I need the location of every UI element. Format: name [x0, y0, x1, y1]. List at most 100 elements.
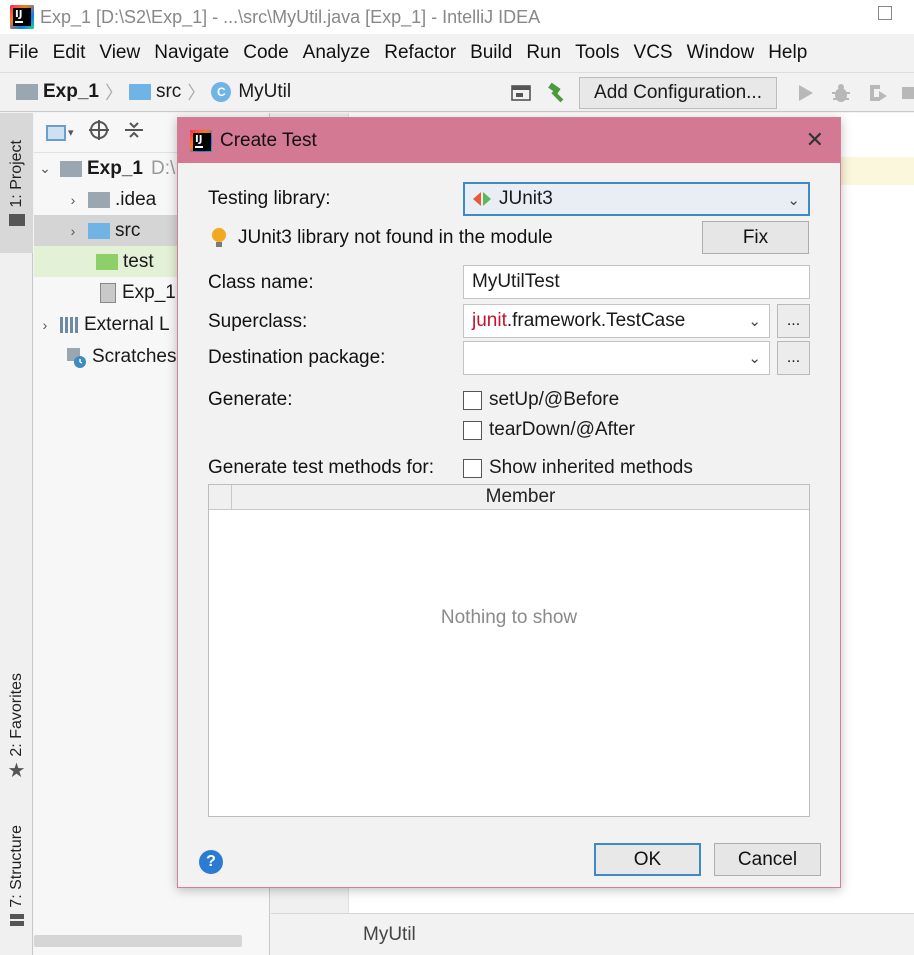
fix-button[interactable]: Fix	[702, 221, 809, 254]
scratches-icon	[66, 347, 86, 368]
testing-library-select[interactable]: JUnit3 ⌄	[463, 182, 810, 216]
tree-idea-label: .idea	[115, 188, 157, 210]
breadcrumb-src[interactable]: src	[128, 81, 182, 103]
setup-checkbox-label: setUp/@Before	[489, 389, 620, 410]
tree-scratches-label: Scratches	[92, 345, 177, 367]
test-folder-icon	[96, 253, 118, 270]
breadcrumb-file[interactable]: C MyUtil	[211, 81, 291, 103]
run-with-coverage-icon[interactable]	[866, 82, 888, 104]
chevron-down-icon[interactable]: ▾	[68, 126, 74, 139]
breadcrumb-project[interactable]: Exp_1	[16, 81, 99, 103]
teardown-checkbox-label: tearDown/@After	[489, 419, 636, 440]
dialog-title: Create Test	[220, 129, 317, 151]
chevron-down-icon: ⌄	[748, 350, 761, 367]
folder-icon	[88, 191, 110, 208]
chevron-down-icon: ⌄	[748, 313, 761, 330]
build-hammer-icon[interactable]	[546, 82, 568, 104]
teardown-checkbox-row[interactable]: tearDown/@After	[463, 419, 635, 441]
menu-navigate[interactable]: Navigate	[154, 42, 229, 64]
maximize-button[interactable]	[878, 6, 892, 20]
menu-build[interactable]: Build	[470, 42, 512, 64]
superclass-rest: .framework.TestCase	[506, 310, 686, 331]
member-column-header[interactable]: Member	[232, 485, 809, 509]
destination-browse-button[interactable]: ...	[777, 341, 810, 375]
superclass-unresolved-part: junit	[472, 310, 507, 331]
intellij-logo-icon: IJ	[190, 129, 212, 152]
editor-breadcrumb-footer: MyUtil	[271, 913, 914, 955]
lightbulb-icon	[212, 228, 226, 248]
tree-src-label: src	[115, 219, 141, 241]
select-column-header[interactable]	[209, 485, 232, 509]
breadcrumb-separator: 〉	[104, 83, 123, 103]
project-structure-icon[interactable]	[510, 82, 532, 104]
close-icon[interactable]: ✕	[806, 129, 824, 151]
menu-help[interactable]: Help	[768, 42, 807, 64]
collapsed-chevron-icon[interactable]: ›	[66, 223, 80, 239]
superclass-select[interactable]: junit .framework.TestCase ⌄	[463, 304, 770, 338]
tab-structure-label: 7: Structure	[7, 825, 25, 908]
window-title: Exp_1 [D:\S2\Exp_1] - ...\src\MyUtil.jav…	[40, 6, 541, 27]
source-folder-icon	[128, 84, 151, 100]
editor-highlight-line	[839, 157, 914, 185]
help-icon[interactable]: ?	[199, 850, 223, 874]
menu-bar: File Edit View Navigate Code Analyze Ref…	[0, 36, 914, 70]
ok-button[interactable]: OK	[594, 843, 701, 876]
tab-project-label: 1: Project	[7, 140, 25, 208]
testing-library-label: Testing library:	[208, 188, 331, 209]
folder-icon	[8, 213, 25, 226]
stop-icon[interactable]	[902, 82, 914, 104]
tree-external-label: External L	[84, 313, 170, 335]
source-folder-icon	[88, 222, 110, 239]
add-configuration-button[interactable]: Add Configuration...	[579, 77, 777, 109]
setup-checkbox-row[interactable]: setUp/@Before	[463, 389, 619, 411]
generate-label: Generate:	[208, 389, 293, 410]
editor-footer-label[interactable]: MyUtil	[363, 924, 416, 946]
tree-root-label: Exp_1	[87, 157, 143, 179]
expanded-chevron-icon[interactable]: ⌄	[38, 160, 52, 177]
teardown-checkbox[interactable]	[463, 420, 482, 440]
tab-project[interactable]: 1: Project	[0, 113, 33, 253]
member-table[interactable]: Member Nothing to show	[208, 484, 810, 817]
show-inherited-row[interactable]: Show inherited methods	[463, 457, 693, 479]
class-name-input[interactable]: MyUtilTest	[463, 265, 810, 299]
menu-view[interactable]: View	[99, 42, 140, 64]
menu-edit[interactable]: Edit	[53, 42, 86, 64]
superclass-browse-button[interactable]: ...	[777, 304, 810, 338]
menu-window[interactable]: Window	[687, 42, 755, 64]
menu-tools[interactable]: Tools	[575, 42, 619, 64]
collapsed-chevron-icon[interactable]: ›	[38, 317, 52, 333]
collapse-all-icon[interactable]	[124, 120, 144, 145]
menu-run[interactable]: Run	[526, 42, 561, 64]
cancel-button[interactable]: Cancel	[714, 843, 821, 876]
collapsed-chevron-icon[interactable]: ›	[66, 192, 80, 208]
empty-state-text: Nothing to show	[440, 607, 578, 628]
horizontal-scrollbar[interactable]	[34, 935, 242, 947]
setup-checkbox[interactable]	[463, 390, 482, 410]
left-tool-strip: 1: Project 2: Favorites ★ 7: Structure	[0, 113, 33, 955]
dialog-title-bar[interactable]: IJ Create Test ✕	[178, 118, 840, 163]
run-icon[interactable]	[794, 82, 816, 104]
menu-analyze[interactable]: Analyze	[303, 42, 371, 64]
tab-structure[interactable]: 7: Structure	[0, 813, 33, 938]
tab-favorites[interactable]: 2: Favorites ★	[0, 668, 33, 788]
menu-vcs[interactable]: VCS	[634, 42, 673, 64]
chevron-down-icon: ⌄	[787, 192, 800, 209]
show-inherited-label: Show inherited methods	[489, 457, 693, 478]
breadcrumb-separator: 〉	[187, 83, 206, 103]
navigation-bar: Exp_1 〉 src 〉 C MyUtil Add Configuration…	[0, 72, 914, 112]
breadcrumb-src-label: src	[155, 81, 182, 102]
destination-package-select[interactable]: ⌄	[463, 341, 770, 375]
tree-iml-label: Exp_1.	[122, 281, 182, 303]
generate-methods-label: Generate test methods for:	[208, 457, 435, 478]
locate-icon[interactable]	[88, 119, 110, 146]
title-bar: IJ Exp_1 [D:\S2\Exp_1] - ...\src\MyUtil.…	[0, 0, 914, 34]
junit-icon	[473, 192, 491, 206]
menu-file[interactable]: File	[8, 42, 39, 64]
structure-icon	[9, 913, 24, 926]
view-mode-icon[interactable]	[46, 124, 66, 141]
menu-code[interactable]: Code	[243, 42, 288, 64]
show-inherited-checkbox[interactable]	[463, 458, 482, 478]
breadcrumb-file-label: MyUtil	[238, 81, 292, 102]
debug-icon[interactable]	[830, 82, 852, 104]
menu-refactor[interactable]: Refactor	[384, 42, 456, 64]
